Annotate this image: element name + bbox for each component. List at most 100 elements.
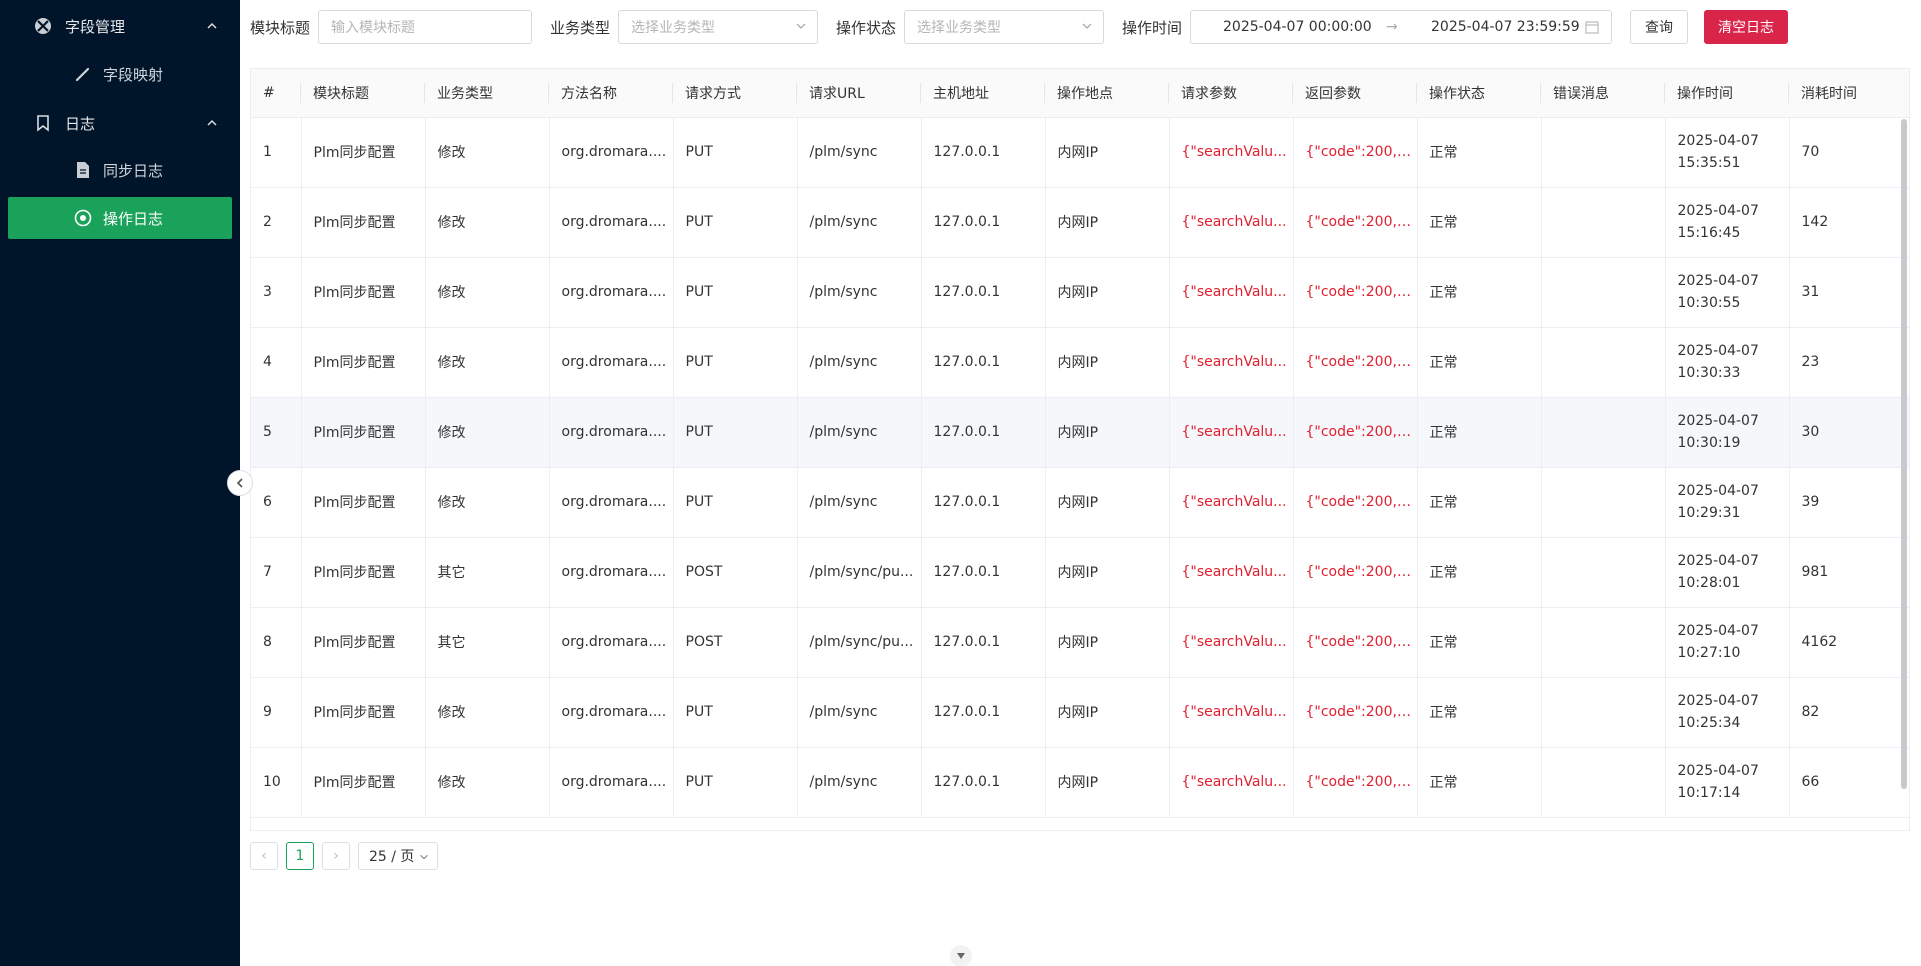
table-row[interactable]: 2 Plm同步配置 修改 org.dromara.... PUT/plm/sync 127… — [251, 187, 1909, 258]
table-row[interactable]: 4 Plm同步配置 修改 org.dromara.... PUT/plm/sync 127… — [251, 327, 1909, 398]
table-row[interactable]: 3 Plm同步配置 修改 org.dromara.... PUT/plm/sync 127… — [251, 257, 1909, 328]
cell-request-url: /plm/sync — [797, 747, 922, 818]
next-page-button[interactable]: › — [322, 842, 350, 870]
cell-elapsed-time: 4162 — [1789, 607, 1909, 678]
vertical-scrollbar[interactable] — [1901, 119, 1907, 789]
column-header-label: 操作地点 — [1057, 85, 1113, 102]
sidebar: 字段管理 字段映射 日志 同步日志 操作日志 — [0, 0, 240, 966]
table-row[interactable]: 5 Plm同步配置 修改 org.dromara.... PUT/plm/sync 127… — [251, 397, 1909, 468]
table-row[interactable]: 10 Plm同步配置 修改 org.dromara.... PUT/plm/sync 12… — [251, 747, 1909, 818]
table-row[interactable]: 6 Plm同步配置 修改 org.dromara.... PUT/plm/sync 127… — [251, 467, 1909, 538]
menu-group-log[interactable]: 日志 — [0, 99, 240, 147]
cell-elapsed-time: 142 — [1789, 187, 1909, 258]
filter-bar: 模块标题 输入模块标题 业务类型 选择业务类型 操作状态 选择业务类型 操作时间… — [240, 0, 1921, 56]
table-row[interactable]: 8 Plm同步配置 其它 org.dromara.... POST/plm/sync/p… — [251, 607, 1909, 678]
cell-host-address: 127.0.0.1 — [921, 467, 1046, 538]
cell-operation-location: 内网IP — [1045, 537, 1170, 608]
cell-business-type: 修改 — [425, 327, 550, 398]
cell-host-address: 127.0.0.1 — [921, 327, 1046, 398]
cell-row-index: 6 — [251, 467, 302, 538]
column-header: 操作时间 — [1665, 69, 1789, 118]
operation-date: 2025-04-07 — [1677, 273, 1759, 289]
cell-business-type: 其它 — [425, 607, 550, 678]
eye-icon — [73, 208, 93, 228]
cell-method-name: org.dromara.... — [549, 467, 674, 538]
cell-row-index: 2 — [251, 187, 302, 258]
cell-return-params: {"code":200,"... — [1293, 677, 1418, 748]
table-row[interactable]: 1 Plm同步配置 修改 org.dromara.... PUT/plm/sync 127… — [251, 117, 1909, 188]
cell-request-method: PUT — [673, 117, 798, 188]
cell-operation-status: 正常 — [1417, 327, 1542, 398]
cell-request-params: {"searchValu... — [1169, 537, 1294, 608]
business-type-select[interactable]: 选择业务类型 — [618, 10, 818, 44]
menu-group-field-management[interactable]: 字段管理 — [0, 2, 240, 50]
cell-elapsed-time: 30 — [1789, 397, 1909, 468]
operation-date: 2025-04-07 — [1677, 203, 1759, 219]
cell-operation-status: 正常 — [1417, 677, 1542, 748]
column-header-label: 方法名称 — [561, 85, 617, 102]
column-header: 操作状态 — [1417, 69, 1541, 118]
module-title-input[interactable]: 输入模块标题 — [318, 10, 532, 44]
cell-operation-time: 2025-04-07 10:30:33 — [1665, 327, 1790, 398]
sidebar-item-label: 同步日志 — [103, 161, 164, 180]
cell-operation-status: 正常 — [1417, 537, 1542, 608]
cell-business-type: 修改 — [425, 187, 550, 258]
module-title-label: 模块标题 — [250, 19, 311, 37]
page-size-select[interactable]: 25 / 页 — [358, 842, 438, 870]
date-range-picker[interactable]: 2025-04-07 00:00:00 → 2025-04-07 23:59:5… — [1190, 10, 1612, 44]
cell-request-method: PUT — [673, 397, 798, 468]
cell-operation-status: 正常 — [1417, 257, 1542, 328]
operation-status-select[interactable]: 选择业务类型 — [904, 10, 1104, 44]
chevron-down-icon — [419, 850, 429, 866]
cell-business-type: 修改 — [425, 117, 550, 188]
cell-operation-time: 2025-04-07 10:28:01 — [1665, 537, 1790, 608]
sidebar-collapse-button[interactable] — [227, 470, 253, 496]
cell-return-params: {"code":200,"... — [1293, 117, 1418, 188]
cell-operation-time: 2025-04-07 10:27:10 — [1665, 607, 1790, 678]
sidebar-item-label: 操作日志 — [103, 209, 164, 228]
cell-module-title: Plm同步配置 — [301, 467, 426, 538]
column-header: 请求参数 — [1169, 69, 1293, 118]
cell-method-name: org.dromara.... — [549, 677, 674, 748]
menu-group-label: 字段管理 — [65, 17, 126, 36]
cell-request-method: PUT — [673, 467, 798, 538]
operation-clock: 10:29:31 — [1677, 505, 1741, 521]
prev-page-button[interactable]: ‹ — [250, 842, 278, 870]
cell-host-address: 127.0.0.1 — [921, 607, 1046, 678]
cell-module-title: Plm同步配置 — [301, 117, 426, 188]
cell-request-url: /plm/sync — [797, 467, 922, 538]
cell-business-type: 修改 — [425, 677, 550, 748]
clear-log-button[interactable]: 清空日志 — [1704, 10, 1788, 44]
sidebar-item-operation-log[interactable]: 操作日志 — [8, 197, 232, 239]
sidebar-item-field-mapping[interactable]: 字段映射 — [8, 53, 232, 95]
cell-operation-location: 内网IP — [1045, 257, 1170, 328]
cell-operation-location: 内网IP — [1045, 397, 1170, 468]
date-end-input[interactable]: 2025-04-07 23:59:59 — [1431, 19, 1580, 35]
cell-elapsed-time: 82 — [1789, 677, 1909, 748]
cell-row-index: 4 — [251, 327, 302, 398]
cell-row-index: 1 — [251, 117, 302, 188]
cell-request-url: /plm/sync — [797, 187, 922, 258]
scroll-down-button[interactable] — [950, 945, 972, 966]
sidebar-item-sync-log[interactable]: 同步日志 — [8, 149, 232, 191]
page-size-value: 25 / 页 — [369, 849, 415, 865]
table-row[interactable]: 9 Plm同步配置 修改 org.dromara.... PUT/plm/sync 127… — [251, 677, 1909, 748]
cell-elapsed-time: 23 — [1789, 327, 1909, 398]
column-header-label: 主机地址 — [933, 85, 989, 102]
operation-date: 2025-04-07 — [1677, 763, 1759, 779]
query-button[interactable]: 查询 — [1630, 10, 1688, 44]
cell-elapsed-time: 66 — [1789, 747, 1909, 818]
table-row[interactable]: 7 Plm同步配置 其它 org.dromara.... POST/plm/sync/p… — [251, 537, 1909, 608]
cell-return-params: {"code":200,"... — [1293, 327, 1418, 398]
column-header-label: 操作时间 — [1677, 85, 1733, 102]
cell-request-method: PUT — [673, 187, 798, 258]
chevron-left-icon — [236, 478, 243, 488]
cell-request-url: /plm/sync — [797, 257, 922, 328]
cell-row-index: 9 — [251, 677, 302, 748]
cell-operation-time: 2025-04-07 10:29:31 — [1665, 467, 1790, 538]
page-1-button[interactable]: 1 — [286, 842, 314, 870]
cell-operation-status: 正常 — [1417, 187, 1542, 258]
column-header: 主机地址 — [921, 69, 1045, 118]
date-start-input[interactable]: 2025-04-07 00:00:00 — [1223, 19, 1372, 35]
cell-row-index: 8 — [251, 607, 302, 678]
